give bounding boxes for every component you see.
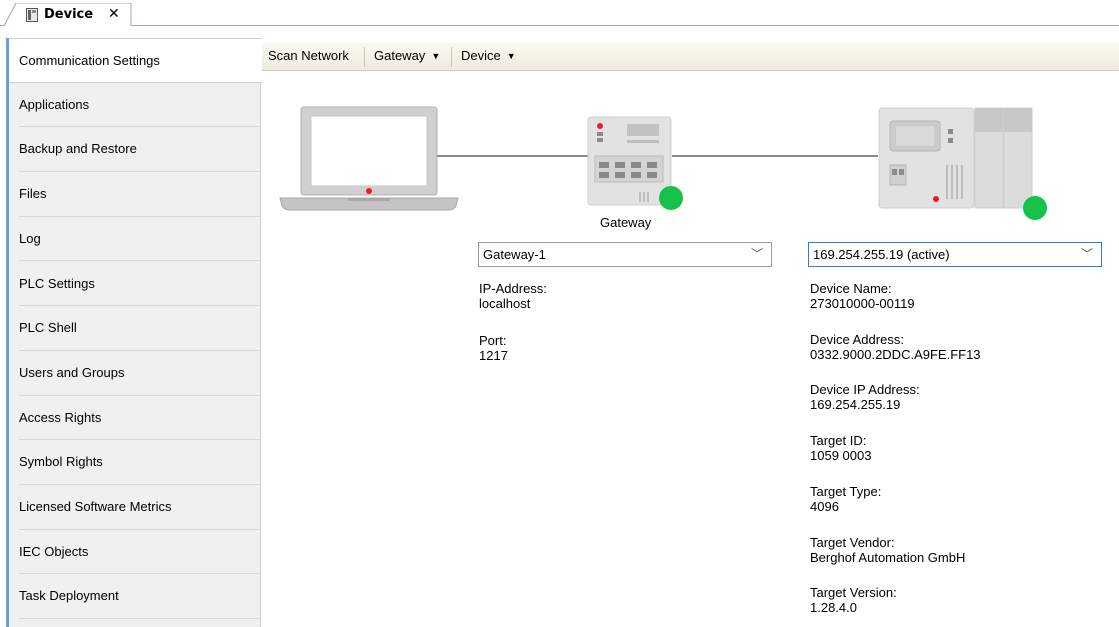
sidebar-item-label: Backup and Restore bbox=[19, 141, 137, 157]
device-select-value: 169.254.255.19 (active) bbox=[813, 247, 950, 262]
editor-tab-strip: Device ✕ bbox=[0, 0, 1119, 34]
gateway-menu-button[interactable]: Gateway ▼ bbox=[374, 48, 440, 66]
sidebar-item-plc-shell[interactable]: PLC Shell bbox=[9, 306, 261, 351]
device-field-label: Target Vendor: bbox=[810, 535, 895, 550]
sidebar-item-label: Licensed Software Metrics bbox=[19, 499, 172, 514]
sidebar-item-label: Symbol Rights bbox=[19, 454, 103, 470]
device-doc-icon bbox=[26, 8, 38, 22]
communication-toolbar: Scan Network Gateway ▼ Device ▼ bbox=[262, 43, 1119, 71]
toolbar-divider bbox=[451, 47, 452, 67]
sidebar-item-licensed-software-metrics[interactable]: Licensed Software Metrics bbox=[9, 485, 261, 530]
device-field-value: 1.28.4.0 bbox=[810, 600, 857, 615]
toolbar-divider bbox=[364, 47, 365, 67]
scan-network-button[interactable]: Scan Network bbox=[268, 48, 349, 66]
device-field-label: Device Name: bbox=[810, 281, 892, 296]
device-field-label: Target Type: bbox=[810, 484, 882, 499]
laptop-icon bbox=[279, 106, 459, 211]
device-menu-label: Device bbox=[461, 48, 501, 63]
sidebar-item-task-deployment[interactable]: Task Deployment bbox=[9, 574, 261, 620]
gateway-select[interactable]: Gateway-1 ﹀ bbox=[478, 242, 772, 267]
device-field-value: 1059 0003 bbox=[810, 448, 872, 463]
gateway-ip-value: localhost bbox=[479, 296, 531, 311]
sidebar-item-label: Users and Groups bbox=[19, 364, 125, 380]
target-version-field: Target Version: 1.28.4.0 bbox=[810, 585, 897, 615]
chevron-down-icon[interactable]: ﹀ bbox=[751, 245, 763, 262]
device-field-label: Device IP Address: bbox=[810, 382, 920, 397]
tab-device[interactable]: Device ✕ bbox=[4, 3, 132, 26]
device-menu-button[interactable]: Device ▼ bbox=[461, 48, 516, 66]
gateway-status-indicator bbox=[659, 186, 683, 210]
sidebar-item-users-groups[interactable]: Users and Groups bbox=[9, 351, 261, 396]
device-field-value: 273010000-00119 bbox=[810, 296, 915, 311]
chevron-down-icon[interactable]: ﹀ bbox=[1081, 245, 1093, 262]
device-field-label: Target Version: bbox=[810, 585, 897, 600]
gateway-select-value: Gateway-1 bbox=[483, 247, 546, 262]
device-name-field: Device Name: 273010000-00119 bbox=[810, 281, 915, 311]
sidebar-item-access-rights[interactable]: Access Rights bbox=[9, 396, 261, 441]
sidebar-item-plc-settings[interactable]: PLC Settings bbox=[9, 262, 261, 307]
sidebar-item-label: Task Deployment bbox=[19, 588, 119, 604]
device-field-value: 4096 bbox=[810, 499, 839, 514]
gateway-port-value: 1217 bbox=[479, 348, 508, 363]
scan-network-label: Scan Network bbox=[268, 48, 349, 63]
sidebar-item-label: PLC Settings bbox=[19, 275, 95, 291]
gateway-ip-label: IP-Address: bbox=[479, 281, 547, 296]
device-status-indicator bbox=[1023, 196, 1047, 220]
device-field-label: Device Address: bbox=[810, 332, 904, 347]
sidebar-item-label: Access Rights bbox=[19, 409, 102, 425]
sidebar-item-iec-objects[interactable]: IEC Objects bbox=[9, 530, 261, 575]
plc-device-icon bbox=[878, 107, 1033, 209]
sidebar-item-log[interactable]: Log bbox=[9, 217, 261, 262]
device-select[interactable]: 169.254.255.19 (active) ﹀ bbox=[808, 242, 1102, 267]
device-field-value: 169.254.255.19 bbox=[810, 397, 901, 412]
device-field-label: Target ID: bbox=[810, 433, 867, 448]
sidebar-item-applications[interactable]: Applications bbox=[9, 83, 261, 128]
gateway-caption: Gateway bbox=[600, 215, 652, 230]
sidebar-item-files[interactable]: Files bbox=[9, 172, 261, 217]
sidebar-separator bbox=[19, 618, 261, 620]
sidebar-item-label: IEC Objects bbox=[19, 543, 89, 559]
device-field-value: Berghof Automation GmbH bbox=[810, 550, 966, 565]
sidebar-item-communication-settings[interactable]: Communication Settings bbox=[9, 38, 262, 83]
sidebar-item-symbol-rights[interactable]: Symbol Rights bbox=[9, 440, 261, 485]
gateway-menu-label: Gateway bbox=[374, 48, 426, 63]
communication-settings-panel: Gateway Gateway-1 ﹀ IP-Address: localhos… bbox=[262, 72, 1119, 627]
gateway-ip-field: IP-Address: localhost bbox=[479, 281, 547, 311]
sidebar-item-label: PLC Shell bbox=[19, 320, 77, 336]
sidebar-item-label: Applications bbox=[19, 96, 90, 112]
device-field-value: 0332.9000.2DDC.A9FE.FF13 bbox=[810, 347, 981, 362]
gateway-port-field: Port: 1217 bbox=[479, 333, 508, 363]
device-ip-address-field: Device IP Address: 169.254.255.19 bbox=[810, 382, 920, 412]
target-vendor-field: Target Vendor: Berghof Automation GmbH bbox=[810, 535, 965, 565]
caret-down-icon: ▼ bbox=[431, 51, 441, 61]
sidebar-item-backup-restore[interactable]: Backup and Restore bbox=[9, 127, 261, 173]
gateway-port-label: Port: bbox=[479, 333, 507, 348]
caret-down-icon: ▼ bbox=[506, 51, 516, 61]
device-address-field: Device Address: 0332.9000.2DDC.A9FE.FF13 bbox=[810, 332, 981, 362]
connection-line-gateway-device bbox=[672, 155, 878, 157]
tab-strip-gutter bbox=[0, 26, 1119, 34]
target-id-field: Target ID: 1059 0003 bbox=[810, 433, 871, 463]
tab-device-label: Device bbox=[44, 7, 94, 22]
sidebar-item-label: Files bbox=[19, 186, 47, 202]
sidebar-item-label: Communication Settings bbox=[19, 53, 160, 68]
close-icon[interactable]: ✕ bbox=[108, 6, 120, 22]
sidebar-item-label: Log bbox=[19, 230, 41, 246]
target-type-field: Target Type: 4096 bbox=[810, 484, 881, 514]
device-sidebar: Communication Settings Applications Back… bbox=[6, 38, 262, 627]
